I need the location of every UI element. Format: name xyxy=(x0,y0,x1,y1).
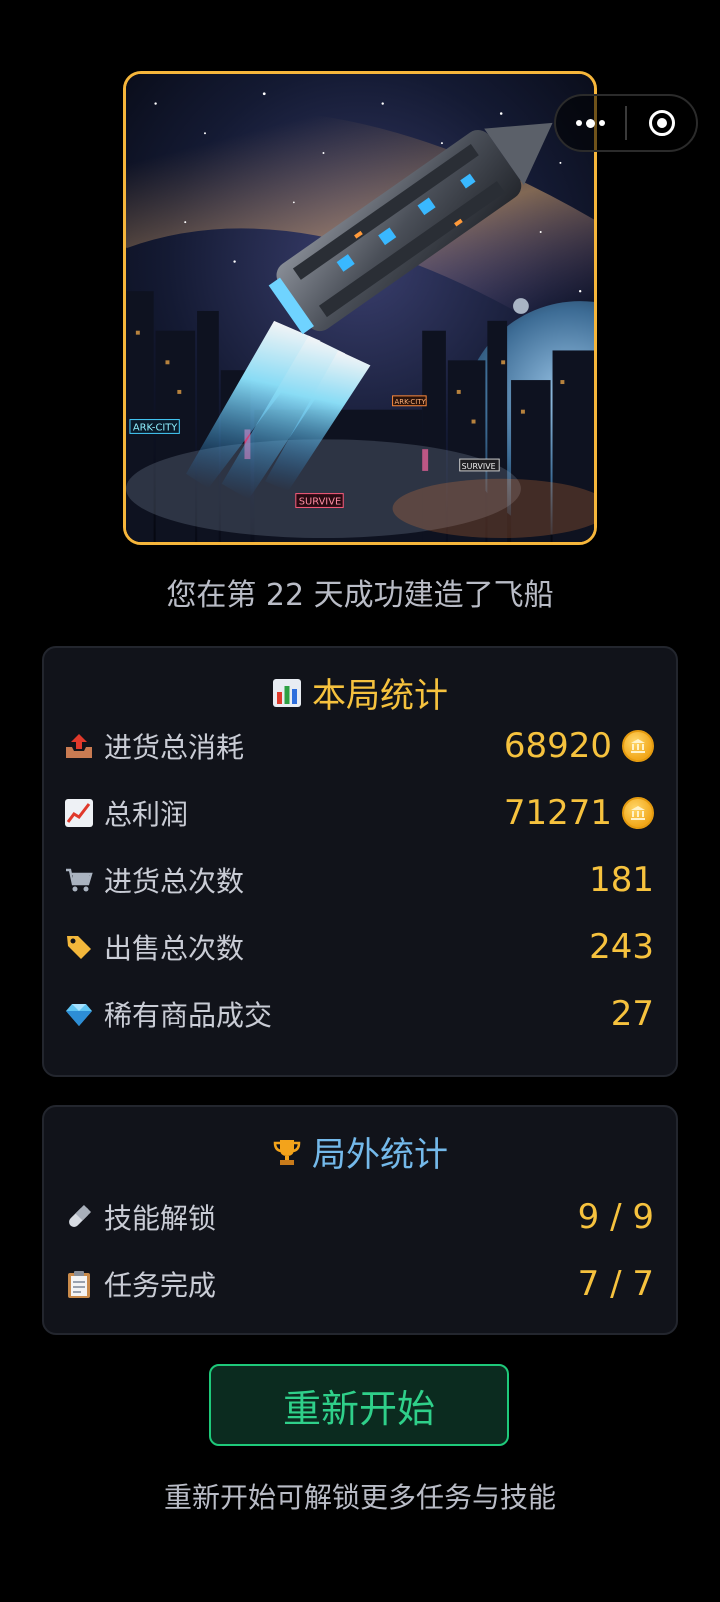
meta-stats-card: 局外统计 技能解锁 9 / 9 任务完成 7 / 7 xyxy=(42,1105,678,1335)
outbox-tray-icon xyxy=(66,734,92,758)
game-stats-title-text: 本局统计 xyxy=(312,676,448,716)
more-menu-button[interactable] xyxy=(556,96,625,150)
neon-sign-ark-city-2: ARK-CITY xyxy=(395,398,427,406)
meta-stats-title-text: 局外统计 xyxy=(312,1135,448,1175)
stat-label: 任务完成 xyxy=(104,1269,217,1302)
restart-hint: 重新开始可解锁更多任务与技能 xyxy=(163,1481,556,1514)
stat-row-purchase-count: 进货总次数 181 xyxy=(64,855,654,905)
neon-sign-survive: SURVIVE xyxy=(299,496,341,507)
stat-value: 68920 xyxy=(503,726,612,766)
stat-row-rare-deals: 稀有商品成交 27 xyxy=(64,989,654,1039)
gem-icon xyxy=(66,1004,92,1026)
stat-row-tasks-completed: 任务完成 7 / 7 xyxy=(64,1259,654,1309)
stat-row-sale-count: 出售总次数 243 xyxy=(64,922,654,972)
miniprogram-capsule xyxy=(554,94,698,152)
stat-value: 7 / 7 xyxy=(577,1264,654,1304)
meta-stats-title: 局外统计 xyxy=(44,1127,676,1176)
result-subtitle: 您在第 22 天成功建造了飞船 xyxy=(166,578,554,613)
stat-row-total-profit: 总利润 71271 xyxy=(64,788,654,838)
game-stats-title: 本局统计 xyxy=(44,668,676,717)
stat-label: 技能解锁 xyxy=(104,1202,217,1235)
close-miniprogram-button[interactable] xyxy=(627,96,696,150)
clipboard-icon xyxy=(68,1271,90,1298)
stat-label: 进货总次数 xyxy=(104,865,245,898)
stat-label: 稀有商品成交 xyxy=(104,999,273,1032)
stat-value: 9 / 9 xyxy=(577,1197,654,1237)
neon-sign-ark-city: ARK-CITY xyxy=(133,422,178,433)
target-circle-icon xyxy=(648,110,675,136)
stat-label: 出售总次数 xyxy=(104,932,245,965)
stat-row-skills-unlocked: 技能解锁 9 / 9 xyxy=(64,1192,654,1242)
trophy-icon xyxy=(273,1139,301,1165)
stat-value: 181 xyxy=(589,860,654,900)
restart-button[interactable]: 重新开始 xyxy=(209,1364,509,1446)
coin-icon xyxy=(622,730,654,762)
bar-chart-icon xyxy=(273,678,301,707)
stat-label: 总利润 xyxy=(104,798,189,831)
stat-row-purchase-cost: 进货总消耗 68920 xyxy=(64,721,654,771)
pill-icon xyxy=(69,1204,92,1227)
chart-increasing-icon xyxy=(65,799,93,827)
stat-value: 27 xyxy=(610,994,654,1034)
coin-icon xyxy=(622,797,654,829)
neon-sign-survive-2: SURVIVE xyxy=(462,462,496,471)
game-stats-card: 本局统计 进货总消耗 68920 总利润 71271 进货总次数 181 出售总… xyxy=(42,646,678,1077)
stat-label: 进货总消耗 xyxy=(104,731,245,764)
stat-value: 71271 xyxy=(503,793,612,833)
stat-value: 243 xyxy=(589,927,654,967)
shopping-cart-icon xyxy=(66,868,93,892)
spaceship-illustration: ARK-CITY SURVIVE ARK-CITY SURVIVE xyxy=(123,71,597,545)
more-dots-icon xyxy=(576,118,605,128)
price-tag-icon xyxy=(67,936,91,959)
game-over-screen: ARK-CITY SURVIVE ARK-CITY SURVIVE 您在第 22… xyxy=(0,0,720,1602)
